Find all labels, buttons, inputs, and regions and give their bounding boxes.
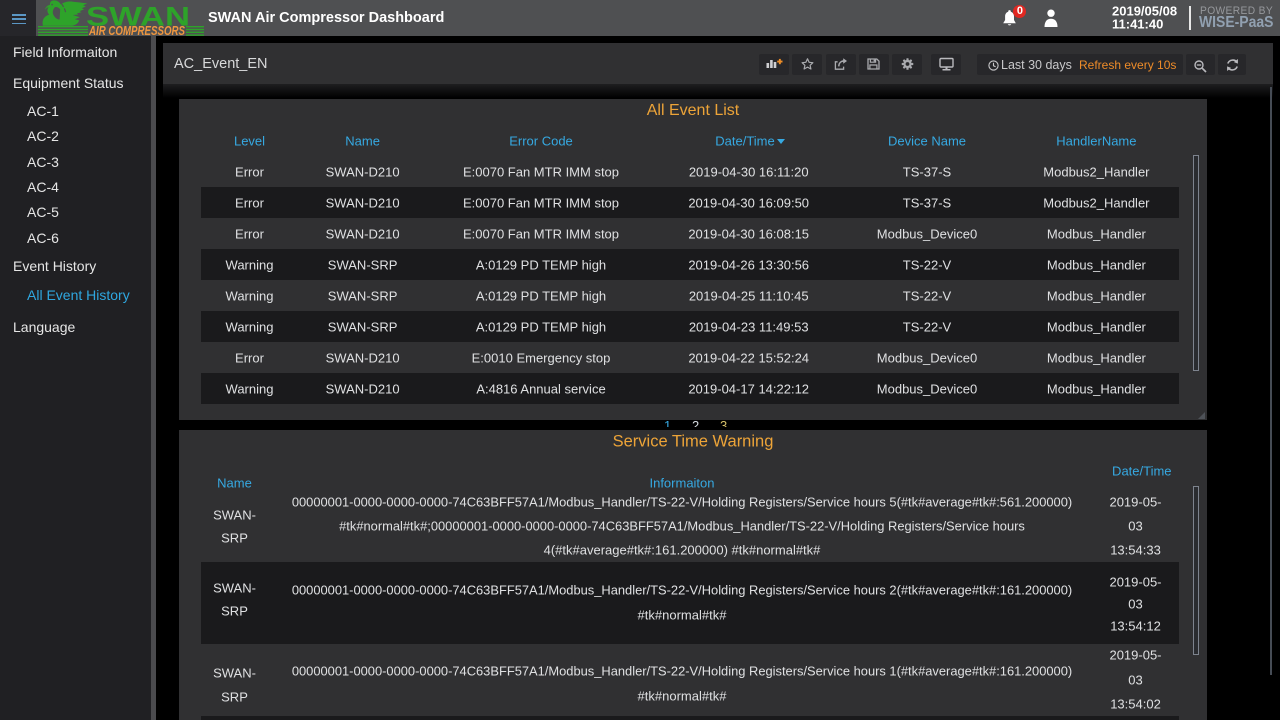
svg-text:AIR COMPRESSORS: AIR COMPRESSORS	[88, 24, 185, 36]
